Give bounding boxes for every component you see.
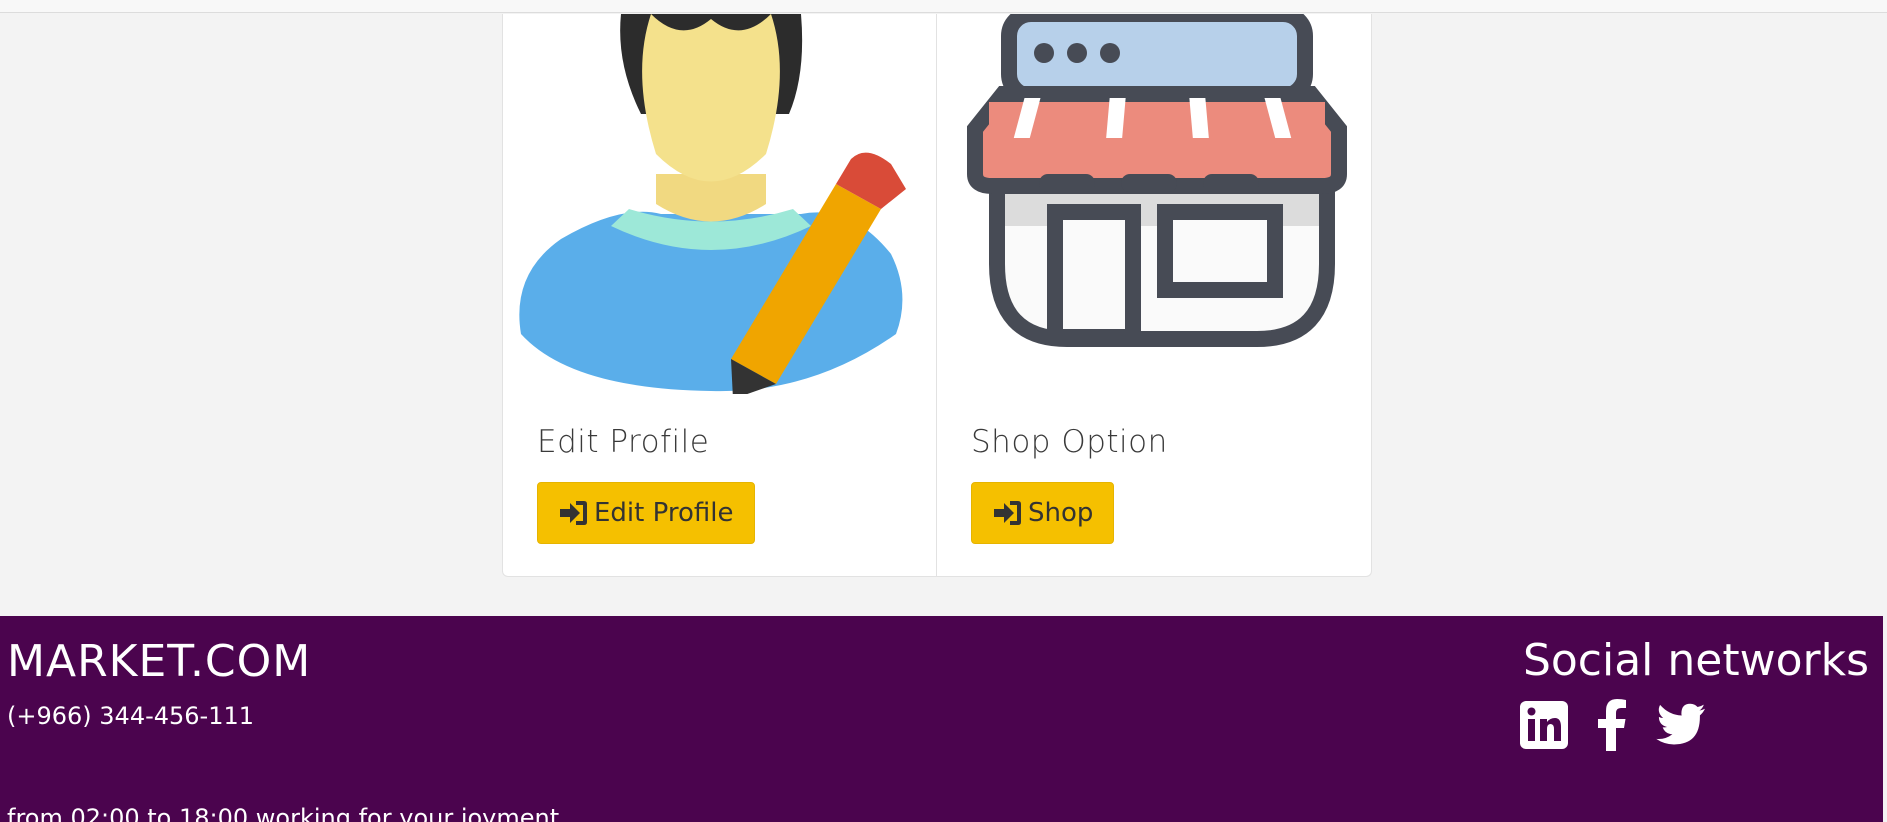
phone-number: (+966) 344-456-111: [7, 702, 255, 730]
working-hours: from 02:00 to 18:00 working for your joy…: [7, 804, 560, 822]
user-edit-icon: [519, 14, 906, 394]
button-label: Edit Profile: [594, 498, 734, 528]
card-title: Edit Profile: [537, 424, 710, 460]
social-networks-heading: Social networks: [1522, 635, 1869, 686]
shop-button[interactable]: Shop: [971, 482, 1114, 544]
button-label: Shop: [1028, 498, 1094, 528]
sign-in-icon: [992, 500, 1022, 526]
sign-in-icon: [558, 500, 588, 526]
site-footer: MARKET.COM (+966) 344-456-111 from 02:00…: [0, 616, 1883, 822]
brand-name: MARKET.COM: [7, 636, 312, 687]
facebook-icon[interactable]: [1587, 699, 1637, 751]
shop-storefront-icon: [967, 14, 1347, 347]
edit-profile-card: Edit Profile Edit Profile: [503, 14, 937, 576]
browser-top-bar: [0, 0, 1887, 13]
shop-option-card: Shop Option Shop: [937, 14, 1371, 576]
card-title: Shop Option: [971, 424, 1168, 460]
edit-profile-button[interactable]: Edit Profile: [537, 482, 755, 544]
twitter-icon[interactable]: [1655, 699, 1705, 751]
options-card-group: Edit Profile Edit Profile Shop Option Sh…: [502, 14, 1372, 577]
linkedin-icon[interactable]: [1519, 699, 1569, 751]
social-links: [1519, 699, 1705, 751]
